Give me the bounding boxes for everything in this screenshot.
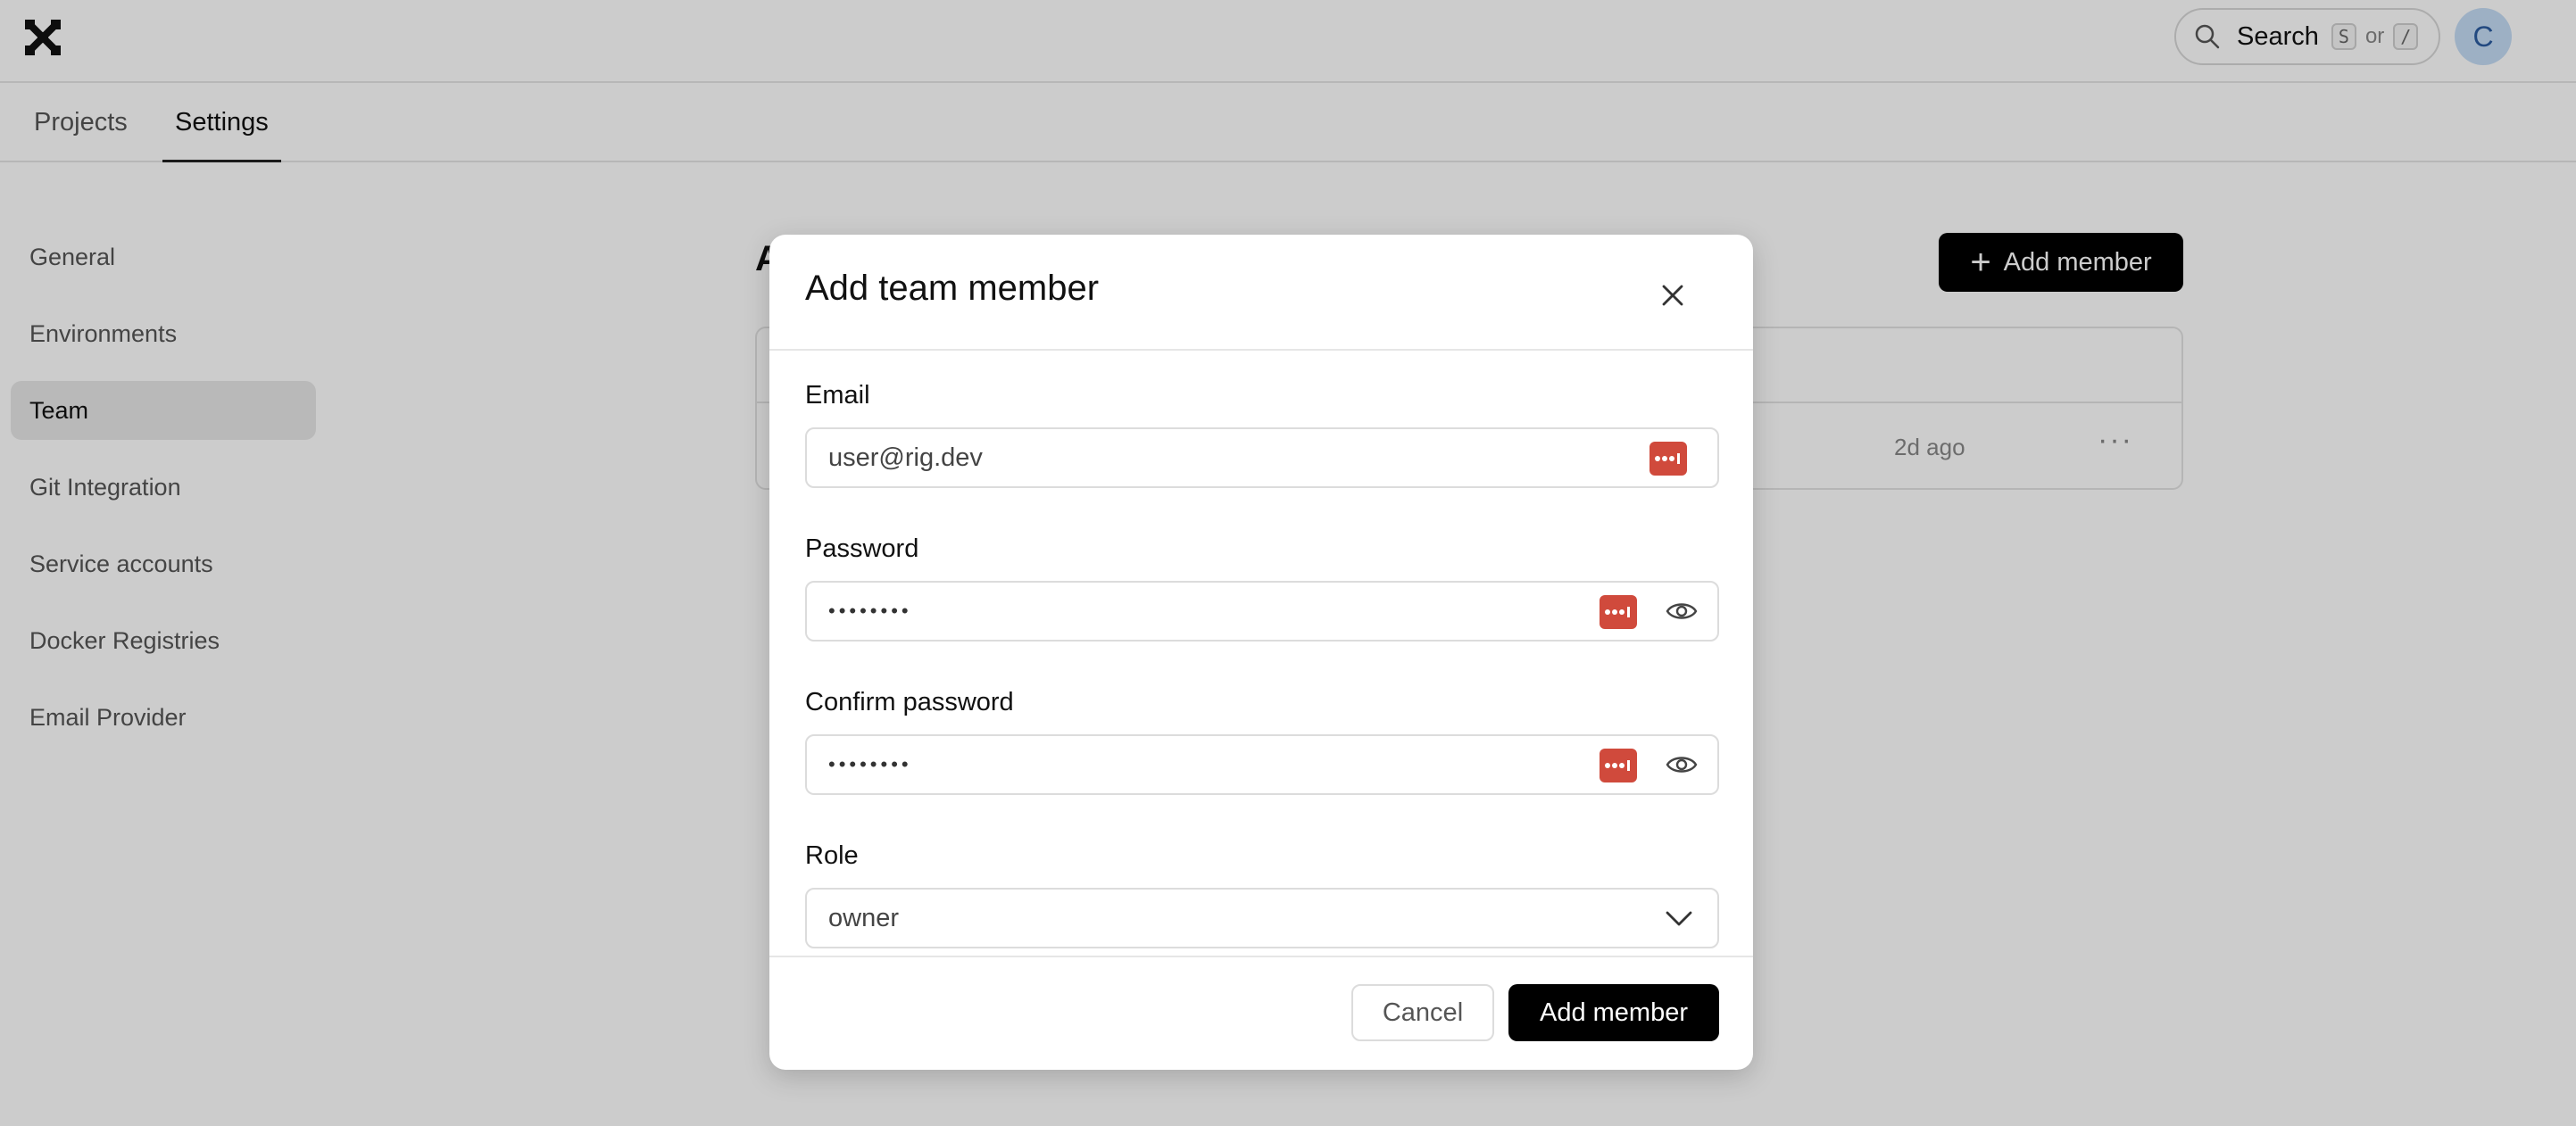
password-field[interactable]: •••••••• (805, 581, 1719, 642)
eye-icon[interactable] (1666, 750, 1698, 779)
add-team-member-dialog: Add team member Email user@rig.dev Passw… (769, 235, 1753, 1070)
cancel-button[interactable]: Cancel (1351, 984, 1494, 1041)
role-select[interactable]: owner (805, 888, 1719, 948)
dialog-title: Add team member (805, 269, 1100, 308)
dialog-footer: Cancel Add member (769, 956, 1753, 1070)
confirm-password-field[interactable]: •••••••• (805, 734, 1719, 795)
dialog-header: Add team member (769, 235, 1753, 351)
email-field[interactable]: user@rig.dev (805, 427, 1719, 488)
confirm-password-label: Confirm password (805, 688, 1014, 716)
role-label: Role (805, 841, 859, 870)
email-value: user@rig.dev (828, 443, 983, 472)
close-icon[interactable] (1657, 279, 1689, 311)
password-manager-icon[interactable] (1600, 595, 1637, 629)
email-label: Email (805, 381, 870, 410)
password-value: •••••••• (828, 600, 912, 622)
role-value: owner (828, 904, 899, 932)
chevron-down-icon (1666, 911, 1692, 926)
confirm-password-value: •••••••• (828, 753, 912, 775)
dialog-body: Email user@rig.dev Password •••••••• Con… (805, 377, 1719, 948)
password-label: Password (805, 534, 919, 563)
eye-icon[interactable] (1666, 597, 1698, 625)
password-manager-icon[interactable] (1649, 442, 1687, 476)
submit-add-member-button[interactable]: Add member (1508, 984, 1719, 1041)
password-manager-icon[interactable] (1600, 749, 1637, 782)
